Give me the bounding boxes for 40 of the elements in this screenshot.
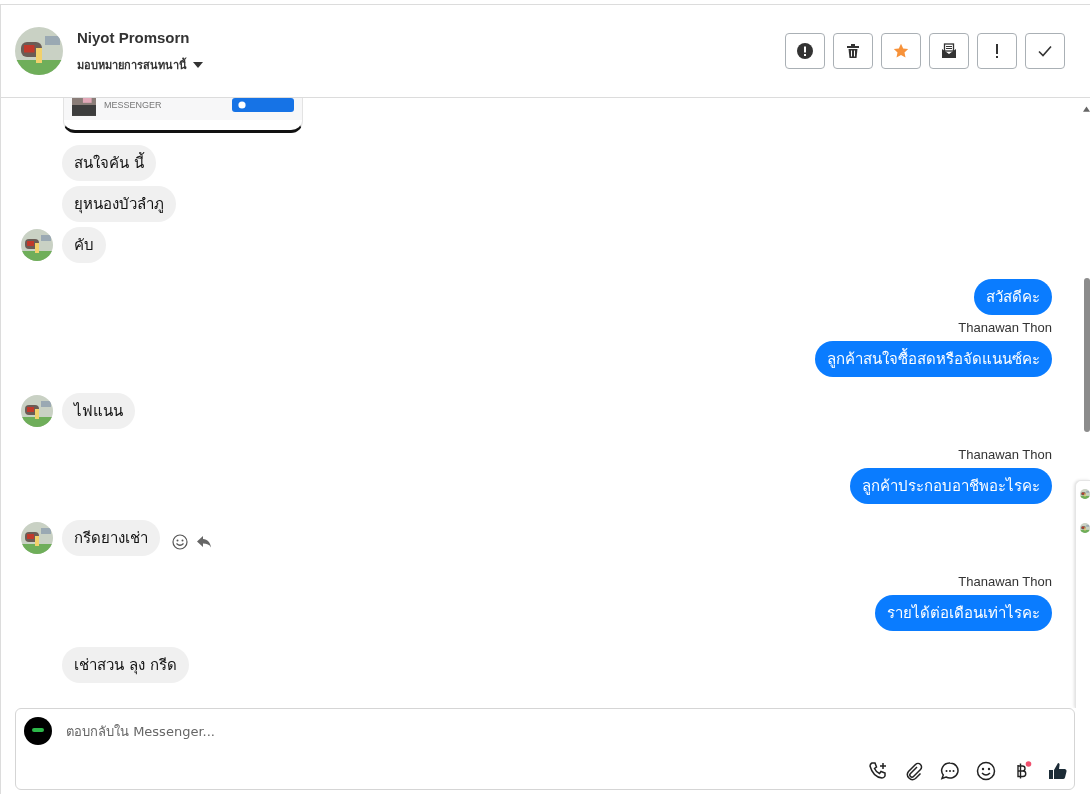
contact-name: Niyot Promsorn	[77, 28, 191, 46]
mail-button[interactable]	[929, 33, 969, 69]
message-bubble: เช่าสวน ลุง กรีด	[62, 647, 189, 683]
message-bubble: รายได้ต่อเดือนเท่าไรคะ	[875, 595, 1052, 631]
card-caption: MESSENGER	[104, 100, 162, 110]
scrollbar-thumb[interactable]	[1084, 278, 1090, 432]
sender-name: Thanawan Thon	[958, 320, 1052, 335]
star-button[interactable]	[881, 33, 921, 69]
caret-icon	[193, 61, 203, 68]
exclamation-icon	[995, 43, 999, 59]
trash-icon	[845, 43, 861, 59]
messenger-icon	[238, 101, 246, 109]
attachment-icon[interactable]	[904, 761, 924, 781]
thumbs-up-icon[interactable]	[1048, 761, 1068, 781]
assign-dropdown[interactable]: มอบหมายการสนทนานี้	[77, 55, 203, 74]
envelope-icon	[941, 43, 957, 59]
message-bubble: สวัสดีคะ	[974, 279, 1052, 315]
message-bubble: สนใจคัน นี้	[62, 145, 156, 181]
message-bubble: กรีดยางเช่า	[62, 520, 160, 556]
send-message-button[interactable]	[232, 98, 294, 112]
message-bubble: ยุหนองบัวลำภู	[62, 186, 176, 222]
scroll-up-icon[interactable]	[1083, 106, 1090, 112]
message-bubble: ลูกค้าสนใจซื้อสดหรือจัดแนนซ์คะ	[815, 341, 1052, 377]
message-bubble: ไฟแนน	[62, 393, 135, 429]
emoji-icon[interactable]	[172, 534, 188, 550]
shared-link-card[interactable]: MESSENGER	[63, 98, 303, 133]
check-icon	[1037, 43, 1053, 59]
emoji-icon[interactable]	[976, 761, 996, 781]
message-bubble: คับ	[62, 227, 106, 263]
alert-button[interactable]	[785, 33, 825, 69]
chat-bubble-icon[interactable]	[940, 761, 960, 781]
page-logo-icon	[24, 717, 52, 745]
reply-icon[interactable]	[196, 534, 212, 550]
alert-icon	[797, 43, 813, 59]
sender-name: Thanawan Thon	[958, 447, 1052, 462]
message-bubble: ลูกค้าประกอบอาชีพอะไรคะ	[850, 468, 1052, 504]
sender-name: Thanawan Thon	[958, 574, 1052, 589]
star-icon	[893, 43, 909, 59]
call-icon[interactable]	[868, 761, 888, 781]
delete-button[interactable]	[833, 33, 873, 69]
